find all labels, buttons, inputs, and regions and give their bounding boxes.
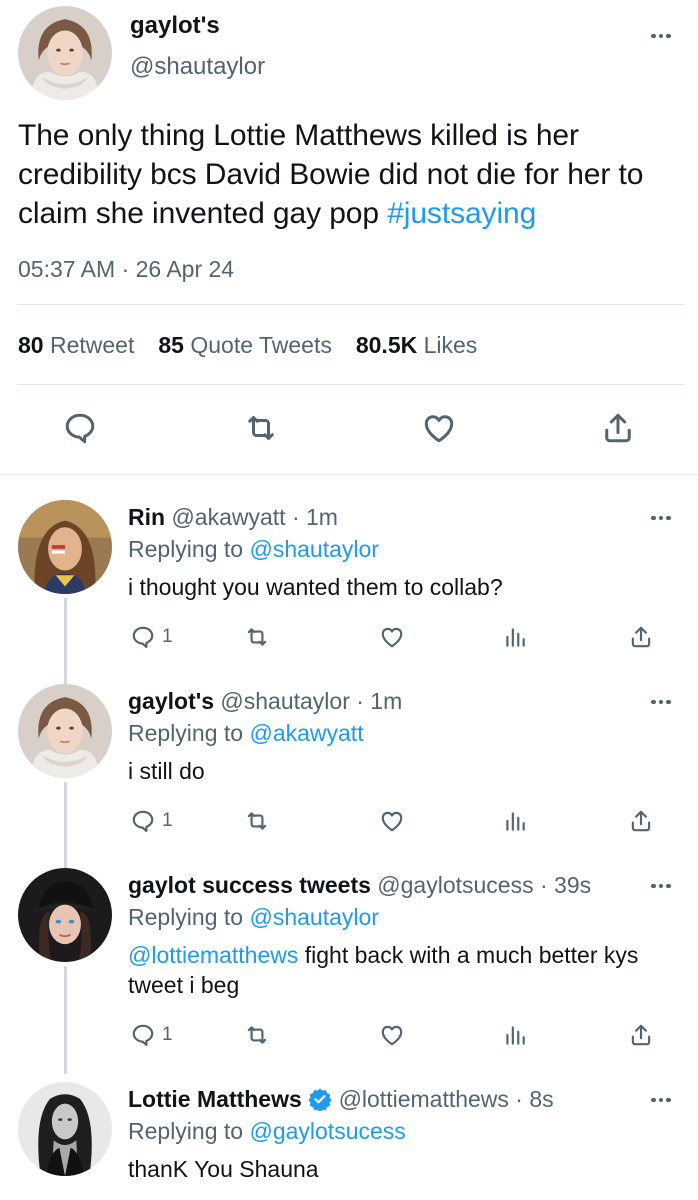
like-icon [381,627,403,648]
verified-badge-icon [308,1088,332,1111]
share-button[interactable] [628,808,654,834]
reply-text: thanK You Shauna [128,1156,319,1182]
thread-line [64,782,67,870]
reply-button[interactable]: 1 [130,1022,173,1048]
retweet-icon [247,1026,267,1044]
thread-line [64,966,67,1074]
display-name[interactable]: gaylot's [130,12,220,40]
hashtag-link[interactable]: #justsaying [387,197,536,230]
share-icon [631,626,651,648]
divider [0,474,698,475]
avatar[interactable] [18,684,112,778]
reply-icon[interactable] [62,410,98,446]
thread-line [64,598,67,686]
reply-button[interactable]: 1 [130,808,173,834]
analytics-button[interactable] [502,1022,528,1048]
like-button[interactable] [379,624,405,650]
avatar[interactable] [18,1082,112,1176]
display-name[interactable]: Rin [128,504,165,530]
retweet-button[interactable] [244,624,270,650]
avatar[interactable] [18,868,112,962]
replying-to-link[interactable]: @shautaylor [249,904,378,930]
retweet-button[interactable] [244,808,270,834]
share-icon[interactable] [600,410,636,446]
display-name[interactable]: Lottie Matthews [128,1086,302,1112]
reply-header: gaylot's @shautaylor · 1m [128,688,402,715]
reply-button[interactable]: 1 [130,624,173,650]
reply-count: 1 [162,1024,173,1045]
likes-stat[interactable]: 80.5K Likes [356,332,477,359]
tweet-text: The only thing Lottie Matthews killed is… [18,116,688,233]
reply-text: i thought you wanted them to collab? [128,574,503,600]
reply-count: 1 [162,810,173,831]
retweet-icon [247,628,267,646]
reply-text: @lottiematthews fight back with a much b… [128,942,639,998]
tweet-body: The only thing Lottie Matthews killed is… [18,119,644,230]
handle-time[interactable]: @shautaylor · 1m [220,688,402,714]
reply-header: gaylot success tweets @gaylotsucess · 39… [128,872,591,899]
replying-to-link[interactable]: @gaylotsucess [249,1118,405,1144]
more-options-icon[interactable] [646,1090,676,1110]
reply-text: i still do [128,758,205,784]
handle-time[interactable]: @lottiematthews · 8s [339,1086,554,1112]
handle-time[interactable]: @akawyatt · 1m [171,504,338,530]
analytics-button[interactable] [502,624,528,650]
reply-icon [132,626,154,648]
replying-to: Replying to @gaylotsucess [128,1118,406,1144]
divider [18,384,684,385]
like-icon[interactable] [421,410,457,446]
like-icon [381,1025,403,1046]
avatar[interactable] [18,500,112,594]
retweets-stat[interactable]: 80 Retweet [18,332,134,359]
reply-header: Rin @akawyatt · 1m [128,504,338,531]
replying-to-link[interactable]: @shautaylor [249,536,378,562]
mention-link[interactable]: @lottiematthews [128,942,298,968]
reply-header: Lottie Matthews @lottiematthews · 8s [128,1086,554,1113]
replying-to-link[interactable]: @akawyatt [249,720,363,746]
analytics-icon [506,628,525,647]
analytics-button[interactable] [502,808,528,834]
reply-count: 1 [162,626,173,647]
quotes-stat[interactable]: 85 Quote Tweets [158,332,331,359]
replying-to: Replying to @shautaylor [128,536,379,562]
divider [18,304,684,305]
like-icon [381,811,403,832]
retweet-icon[interactable] [243,410,279,446]
share-button[interactable] [628,624,654,650]
like-button[interactable] [379,808,405,834]
tweet-stats: 80 Retweet 85 Quote Tweets 80.5K Likes [18,332,477,359]
avatar[interactable] [18,6,112,100]
retweet-icon [247,812,267,830]
analytics-icon [506,1026,525,1045]
more-options-icon[interactable] [646,26,676,46]
reply-icon [132,1024,154,1046]
more-options-icon[interactable] [646,692,676,712]
reply-icon [132,810,154,832]
replying-to: Replying to @shautaylor [128,904,379,930]
retweet-button[interactable] [244,1022,270,1048]
more-options-icon[interactable] [646,508,676,528]
share-icon [631,1024,651,1046]
display-name[interactable]: gaylot's [128,688,214,714]
tweet-timestamp[interactable]: 05:37 AM · 26 Apr 24 [18,256,234,283]
analytics-icon [506,812,525,831]
user-handle[interactable]: @shautaylor [130,53,265,81]
replying-to: Replying to @akawyatt [128,720,364,746]
more-options-icon[interactable] [646,876,676,896]
like-button[interactable] [379,1022,405,1048]
handle-time[interactable]: @gaylotsucess · 39s [377,872,591,898]
share-button[interactable] [628,1022,654,1048]
display-name[interactable]: gaylot success tweets [128,872,371,898]
share-icon [631,810,651,832]
